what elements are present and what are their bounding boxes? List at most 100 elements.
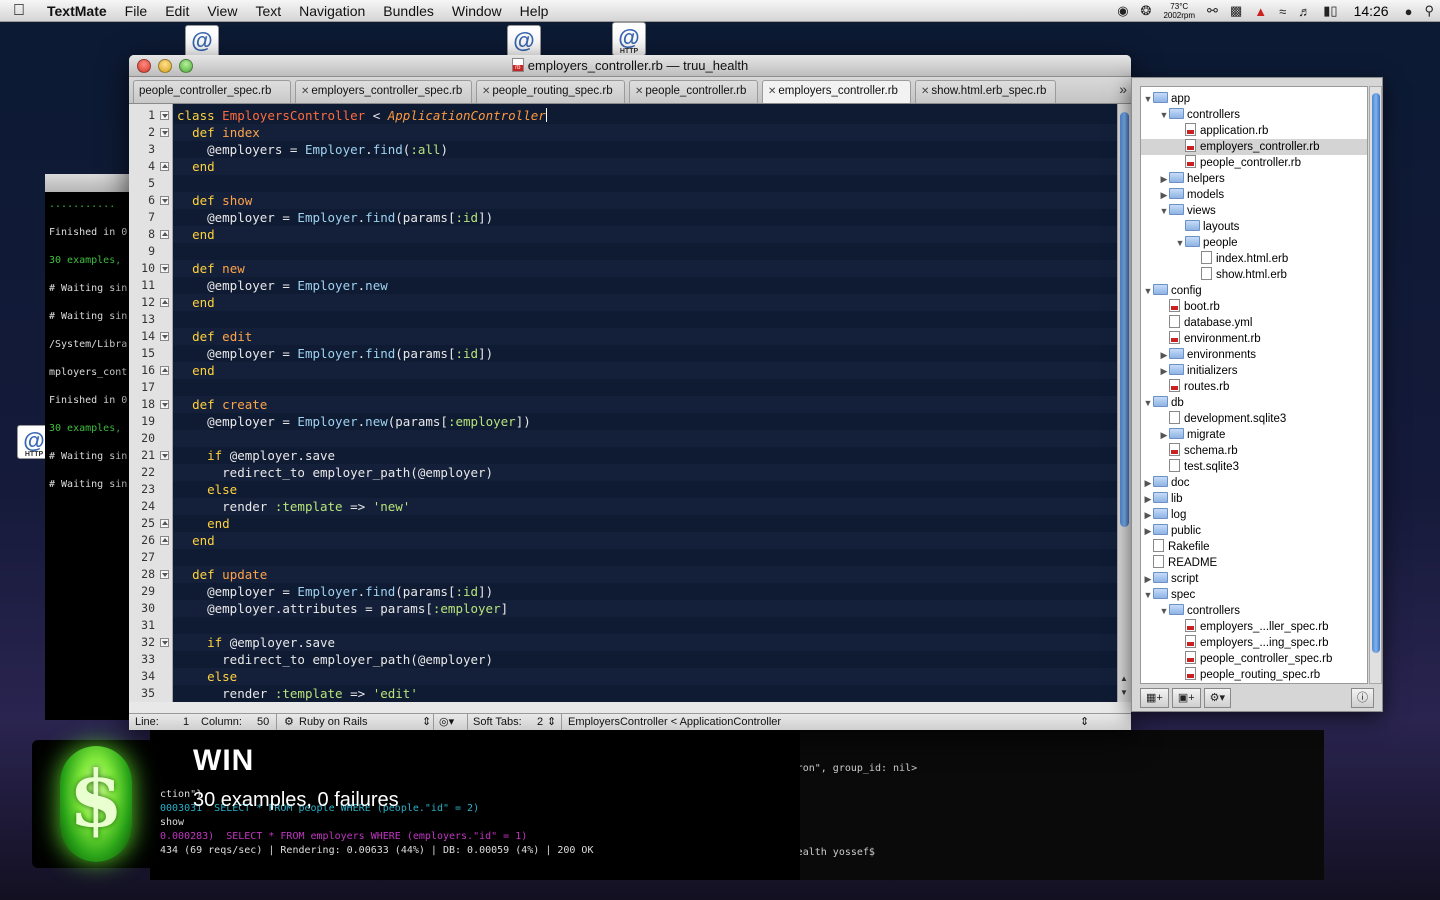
code-line[interactable]: @employer = Employer.find(params[:id]) [173,209,1117,226]
battery-icon[interactable]: ▮▯ [1317,3,1343,19]
line-number-gutter[interactable]: 1 2 3 4 5 6 7 8 9 10 11 12 13 14 15 16 17 18 19 20 21 22 23 24 2… [129,104,173,702]
code-line[interactable]: @employer = Employer.find(params[:id]) [173,583,1117,600]
symbol-popup[interactable]: EmployersController < ApplicationControl… [568,714,781,730]
tab-employers-controller-spec[interactable]: ✕ employers_controller_spec.rb [295,80,472,103]
code-line[interactable]: end [173,532,1117,549]
code-editor[interactable]: 1 2 3 4 5 6 7 8 9 10 11 12 13 14 15 16 17 18 19 20 21 22 23 24 2… [129,104,1131,702]
disclosure-closed-icon[interactable]: ▶ [1143,571,1153,587]
apple-menu-icon[interactable]:  [0,2,38,20]
code-line[interactable] [173,243,1117,260]
desktop-http-icon[interactable]: @ [507,25,541,59]
close-tab-icon[interactable]: ✕ [921,86,929,97]
fold-toggle-icon[interactable] [160,230,169,239]
growl-notification[interactable] [32,740,160,868]
tree-file[interactable]: schema.rb [1159,443,1238,459]
spotlight-search-icon[interactable]: ⚲ [1418,3,1440,19]
tree-file[interactable]: employers_...ller_spec.rb [1175,619,1328,635]
fold-toggle-icon[interactable] [160,162,169,171]
disclosure-open-icon[interactable]: ▼ [1159,107,1169,123]
disclosure-closed-icon[interactable]: ▶ [1159,347,1169,363]
tree-folder[interactable]: ▼ controllers [1159,107,1240,123]
menu-app[interactable]: TextMate [38,3,116,19]
tree-folder[interactable]: ▶ doc [1143,475,1190,491]
tree-file[interactable]: database.yml [1159,315,1252,331]
code-line[interactable]: def new [173,260,1117,277]
disclosure-open-icon[interactable]: ▼ [1159,203,1169,219]
disclosure-open-icon[interactable]: ▼ [1143,91,1153,107]
tree-file[interactable]: README [1143,555,1217,571]
disclosure-open-icon[interactable]: ▼ [1159,603,1169,619]
tree-folder[interactable]: ▼ views [1159,203,1216,219]
disclosure-closed-icon[interactable]: ▶ [1143,523,1153,539]
code-line[interactable]: @employer.attributes = params[:employer] [173,600,1117,617]
tab-employers-controller[interactable]: ✕ employers_controller.rb [762,80,911,103]
fold-toggle-icon[interactable] [160,519,169,528]
tree-folder[interactable]: ▶ lib [1143,491,1183,507]
tree-file[interactable]: environment.rb [1159,331,1261,347]
code-line[interactable]: end [173,158,1117,175]
disclosure-open-icon[interactable]: ▼ [1143,395,1153,411]
code-line[interactable]: end [173,362,1117,379]
disclosure-closed-icon[interactable]: ▶ [1159,187,1169,203]
menu-bundles[interactable]: Bundles [374,3,443,19]
tree-file[interactable]: show.html.erb [1191,267,1287,283]
tree-file[interactable]: people_routing_spec.rb [1175,667,1320,683]
tree-folder[interactable]: ▼ app [1143,91,1190,107]
clipboard-icon[interactable]: ▩ [1224,3,1248,19]
disclosure-open-icon[interactable]: ▼ [1143,283,1153,299]
fold-toggle-icon[interactable] [160,264,169,273]
tab-people-controller-spec[interactable]: people_controller_spec.rb [133,80,291,103]
tree-folder[interactable]: ▼ controllers [1159,603,1240,619]
fold-toggle-icon[interactable] [160,638,169,647]
code-line[interactable]: redirect_to employer_path(@employer) [173,464,1117,481]
soft-tabs-popup[interactable]: 2 [537,714,543,730]
volume-icon[interactable]: ♬ [1292,4,1317,19]
new-folder-button[interactable]: ▣+ [1171,688,1201,708]
menu-navigation[interactable]: Navigation [290,3,374,19]
menu-extra-icon[interactable]: ◉ [1111,3,1134,19]
fold-toggle-icon[interactable] [160,536,169,545]
close-tab-icon[interactable]: ✕ [301,86,309,97]
menu-window[interactable]: Window [443,3,511,19]
scrollbar-thumb[interactable] [1372,93,1380,653]
code-line[interactable]: @employer = Employer.find(params[:id]) [173,345,1117,362]
code-line[interactable] [173,379,1117,396]
code-line[interactable]: else [173,481,1117,498]
code-line[interactable]: end [173,226,1117,243]
tree-file[interactable]: people_controller.rb [1175,155,1301,171]
tree-file[interactable]: application.rb [1175,123,1268,139]
tree-file[interactable]: routes.rb [1159,379,1229,395]
bundle-menu-icon[interactable]: ◎▾ [439,714,454,730]
wifi-icon[interactable]: ≈ [1273,4,1292,19]
desktop-http-icon[interactable]: @ [185,25,219,59]
tab-show-html-erb-spec[interactable]: ✕ show.html.erb_spec.rb [915,80,1056,103]
code-line[interactable]: render :template => 'new' [173,498,1117,515]
scroll-down-arrow-icon[interactable]: ▼ [1120,688,1128,697]
code-line[interactable]: end [173,515,1117,532]
tree-folder[interactable]: layouts [1175,219,1239,235]
disclosure-closed-icon[interactable]: ▶ [1143,491,1153,507]
close-tab-icon[interactable]: ✕ [635,86,643,97]
figure-icon[interactable]: ⚯ [1201,3,1224,19]
project-file-tree[interactable]: ▼ app ▼ controllers application.rb employers_… [1140,86,1368,684]
disclosure-open-icon[interactable]: ▼ [1143,587,1153,603]
window-titlebar[interactable]: employers_controller.rb — truu_health [129,55,1131,77]
gear-icon[interactable]: ⚙▾ [1203,688,1232,708]
code-line[interactable]: redirect_to employer_path(@employer) [173,651,1117,668]
menu-help[interactable]: Help [511,3,558,19]
tree-file[interactable]: boot.rb [1159,299,1220,315]
minimize-window-button[interactable] [158,59,172,73]
line-value[interactable]: 1 [183,714,189,730]
tree-folder[interactable]: ▶ log [1143,507,1186,523]
code-line[interactable]: end [173,294,1117,311]
disclosure-closed-icon[interactable]: ▶ [1159,363,1169,379]
drawer-vertical-scrollbar[interactable] [1369,86,1382,684]
tree-file[interactable]: people_controller_spec.rb [1175,651,1332,667]
tree-folder[interactable]: ▼ spec [1143,587,1195,603]
user-icon[interactable]: ● [1399,4,1419,19]
new-file-button[interactable]: ▦+ [1140,688,1169,708]
code-line[interactable]: def show [173,192,1117,209]
code-line[interactable] [173,175,1117,192]
tree-file[interactable]: test.sqlite3 [1159,459,1239,475]
close-tab-icon[interactable]: ✕ [768,86,776,97]
